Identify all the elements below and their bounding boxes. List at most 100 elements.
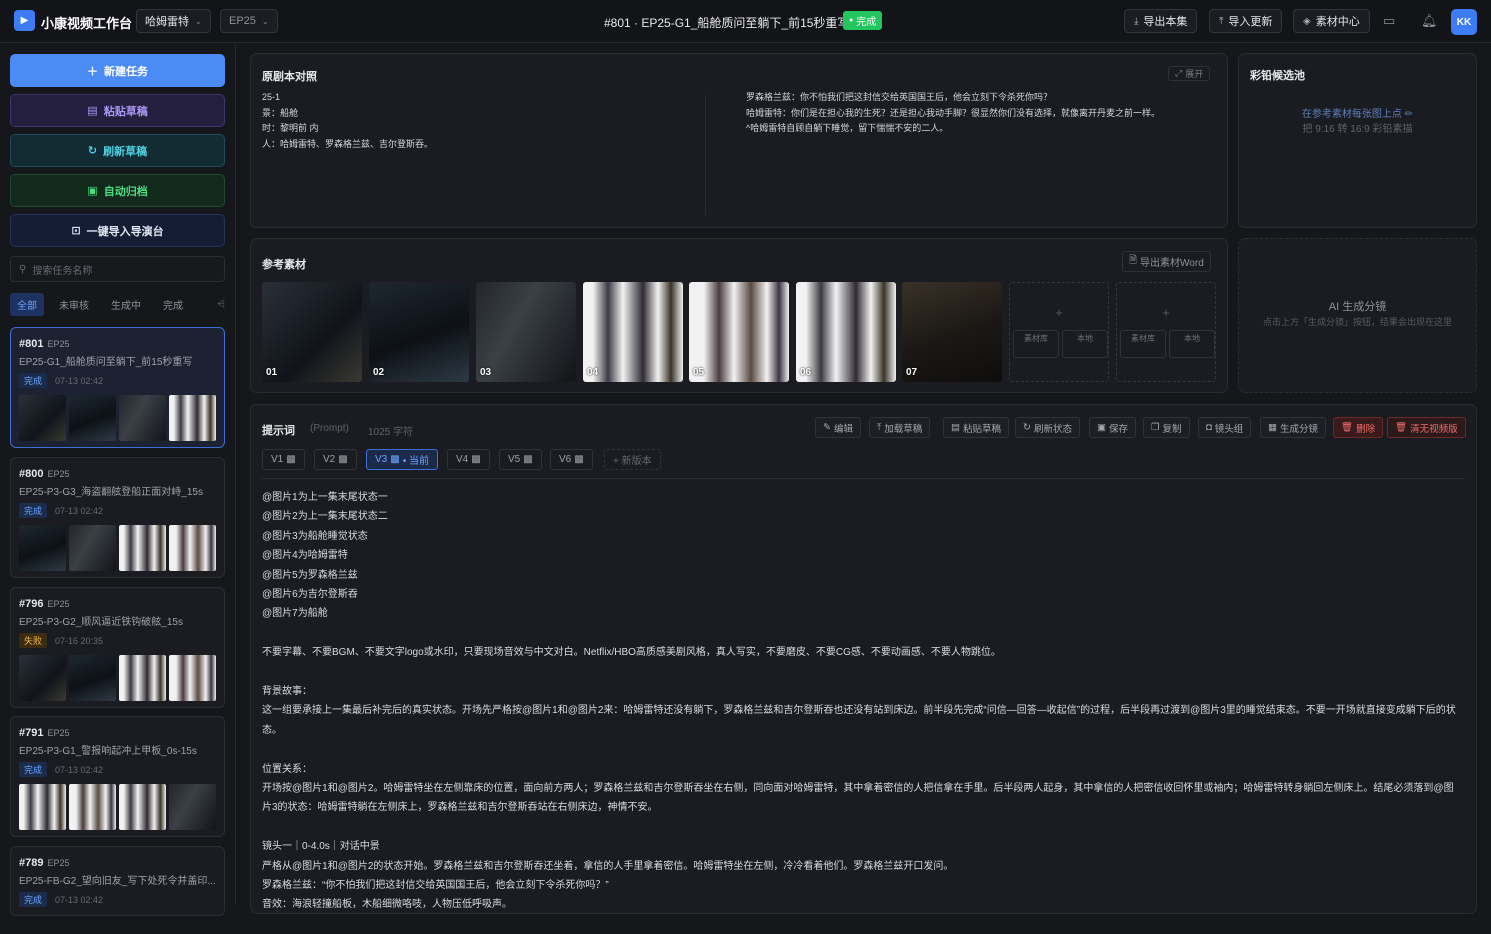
- import-update-label: 导入更新: [1228, 16, 1273, 28]
- clipboard-icon: ▤: [951, 422, 960, 433]
- prompt-line: 镜头一｜0-4.0s｜对话中景: [262, 841, 380, 853]
- filter-tab-generating[interactable]: 生成中: [104, 293, 148, 316]
- save-button[interactable]: ▣ 保存: [1089, 417, 1136, 438]
- prompt-line: 音效：海浪轻撞船板，木船细微咯吱，人物压低呼吸声。: [262, 899, 512, 911]
- task-card[interactable]: #789 EP25 EP25-FB-G2_望向旧友_写下处死令并盖印... 完成 0…: [10, 846, 225, 916]
- refresh-icon: ↻: [1023, 422, 1031, 433]
- task-card[interactable]: #791 EP25 EP25-P3-G1_警报响起冲上甲板_0s-15s 完成 07…: [10, 716, 225, 837]
- image-number: 03: [480, 367, 492, 378]
- task-id: #791: [19, 727, 44, 739]
- filter-icon[interactable]: ⩤: [217, 299, 225, 310]
- version-tab[interactable]: V5 ▩: [499, 449, 542, 470]
- pencil-icon: ✎: [823, 422, 831, 433]
- task-title: EP25-P3-G1_警报响起冲上甲板_0s-15s: [19, 746, 197, 757]
- import-director-label: 一键导入导演台: [86, 225, 164, 238]
- refresh-draft-button[interactable]: ↻ 刷新草稿: [10, 134, 225, 167]
- image-number: 07: [906, 367, 918, 378]
- task-card[interactable]: #800 EP25 EP25-P3-G3_海盗翻舷登船正面对峙_15s 完成 07-…: [10, 457, 225, 578]
- version-tab[interactable]: V2 ▩: [314, 449, 357, 470]
- plus-icon: +: [1162, 305, 1170, 320]
- reference-image[interactable]: 02: [369, 282, 469, 382]
- clear-video-button[interactable]: 🗑︎ 清无视频版: [1387, 417, 1466, 438]
- generate-storyboard-button[interactable]: ▦ 生成分镜: [1260, 417, 1326, 438]
- project-select-value: 哈姆雷特: [145, 16, 189, 28]
- task-card[interactable]: #801 EP25 EP25-G1_船舱质问至躺下_前15秒重写 完成 07-13 …: [10, 327, 225, 448]
- image-number: 01: [266, 367, 278, 378]
- version-tab[interactable]: V6 ▩: [550, 449, 593, 470]
- paste-draft-toolbar-button[interactable]: ▤ 粘贴草稿: [943, 417, 1009, 438]
- copy-icon: ❐: [1151, 422, 1160, 433]
- reference-image[interactable]: 06: [796, 282, 896, 382]
- reference-image[interactable]: 03: [476, 282, 576, 382]
- load-draft-button[interactable]: ⤒ 加载草稿: [869, 417, 931, 438]
- script-line: ^哈姆雷特自顾自躺下睡觉，留下惴惴不安的二人。: [746, 123, 949, 133]
- bell-icon[interactable]: 🔔︎: [1421, 13, 1438, 29]
- calendar-icon[interactable]: ▭: [1383, 13, 1395, 29]
- version-tab-current[interactable]: V3 ▩ • 当前: [366, 449, 438, 470]
- from-local-button[interactable]: 本地: [1169, 330, 1215, 358]
- save-label: 保存: [1108, 423, 1128, 435]
- task-time: 07-13 02:42: [55, 505, 104, 516]
- from-library-button[interactable]: 素材库: [1013, 330, 1059, 358]
- task-thumbnail: [169, 784, 216, 830]
- materials-center-button[interactable]: ◈ 素材中心: [1293, 9, 1370, 33]
- prompt-line: [262, 740, 1462, 759]
- project-select[interactable]: 哈姆雷特 ⌄: [136, 9, 211, 33]
- new-version-button[interactable]: + 新版本: [604, 449, 661, 470]
- version-tab[interactable]: V4 ▩: [447, 449, 490, 470]
- generate-storyboard-label: 生成分镜: [1279, 423, 1318, 435]
- divider: [262, 478, 1465, 479]
- prompt-line: 背景故事：: [262, 686, 312, 698]
- version-tab[interactable]: V1 ▩: [262, 449, 305, 470]
- task-card[interactable]: #796 EP25 EP25-P3-G2_顺风逼近铁钩破舷_15s 失败 07-16…: [10, 587, 225, 708]
- episode-select[interactable]: EP25 ⌄: [220, 9, 278, 33]
- task-time: 07-16 20:35: [55, 635, 104, 646]
- reference-image[interactable]: 04: [583, 282, 683, 382]
- image-icon: ▩: [471, 454, 481, 465]
- task-status-badge: 失败: [19, 633, 48, 648]
- filter-tab-done[interactable]: 完成: [156, 293, 190, 316]
- version-label: V1: [271, 454, 284, 465]
- script-right-column: 罗森格兰兹：你不怕我们把这封信交给英国国王后，他会立刻下令杀死你吗？ 哈姆雷特：…: [746, 90, 1160, 137]
- refresh-status-button[interactable]: ↻ 刷新状态: [1015, 417, 1080, 438]
- prompt-line: @图片1为上一集末尾状态一: [262, 492, 388, 503]
- reference-image[interactable]: 01: [262, 282, 362, 382]
- expand-button[interactable]: ⤢ 展开: [1168, 66, 1211, 81]
- paste-draft-button[interactable]: ▤ 粘贴草稿: [10, 94, 225, 127]
- shot-group-button[interactable]: ◘ 镜头组: [1198, 417, 1252, 438]
- task-title: EP25-G1_船舱质问至躺下_前15秒重写: [19, 357, 193, 368]
- task-status-badge: 完成: [19, 503, 48, 518]
- export-word-label: 导出素材Word: [1140, 258, 1204, 269]
- filter-tab-all[interactable]: 全部: [10, 292, 44, 316]
- import-director-button[interactable]: ⊡ 一键导入导演台: [10, 214, 225, 247]
- filter-tab-unreviewed[interactable]: 未审核: [52, 293, 96, 316]
- new-task-button[interactable]: ＋ 新建任务: [10, 54, 225, 87]
- export-word-button[interactable]: 🗎︎ 导出素材Word: [1122, 251, 1211, 272]
- upload-icon: ⤒: [1219, 15, 1224, 27]
- prompt-line: @图片3为船舱睡觉状态: [262, 530, 368, 542]
- auto-archive-button[interactable]: ▣ 自动归档: [10, 174, 225, 207]
- reference-image[interactable]: 05: [689, 282, 789, 382]
- delete-button[interactable]: 🗑︎ 删除: [1333, 417, 1384, 438]
- pencil-hint: 在参考素材每张图上点 ✏ 把 9:16 转 16:9 彩铅素描: [1240, 107, 1475, 137]
- pencil-panel-title: 彩铅候选池: [1250, 70, 1305, 82]
- prompt-text[interactable]: @图片1为上一集末尾状态一 @图片2为上一集末尾状态二 @图片3为船舱睡觉状态 …: [262, 488, 1462, 934]
- prompt-line: [262, 818, 1462, 837]
- avatar[interactable]: KK: [1451, 9, 1477, 35]
- from-local-button[interactable]: 本地: [1062, 330, 1108, 358]
- prompt-line: @图片2为上一集末尾状态二: [262, 511, 388, 523]
- reference-image[interactable]: 07: [902, 282, 1002, 382]
- copy-button[interactable]: ❐ 复制: [1143, 417, 1190, 438]
- task-status-badge: 完成: [19, 373, 48, 388]
- edit-button[interactable]: ✎ 编辑: [815, 417, 861, 438]
- prompt-line: @图片6为吉尔登斯吞: [262, 589, 358, 601]
- search-input[interactable]: ⚲ 搜索任务名称: [10, 256, 225, 282]
- layers-icon: ◈: [1303, 15, 1311, 27]
- refresh-draft-label: 刷新草稿: [103, 145, 148, 158]
- export-episode-button[interactable]: ⤓ 导出本集: [1124, 9, 1198, 33]
- from-library-button[interactable]: 素材库: [1120, 330, 1166, 358]
- prompt-line: 严格从@图片1和@图片2的状态开始。罗森格兰兹和吉尔登斯吞还坐着，拿信的人手里拿…: [262, 860, 954, 872]
- import-update-button[interactable]: ⤒ 导入更新: [1209, 9, 1283, 33]
- version-label: V6: [559, 454, 572, 465]
- script-panel-title: 原剧本对照: [262, 71, 317, 83]
